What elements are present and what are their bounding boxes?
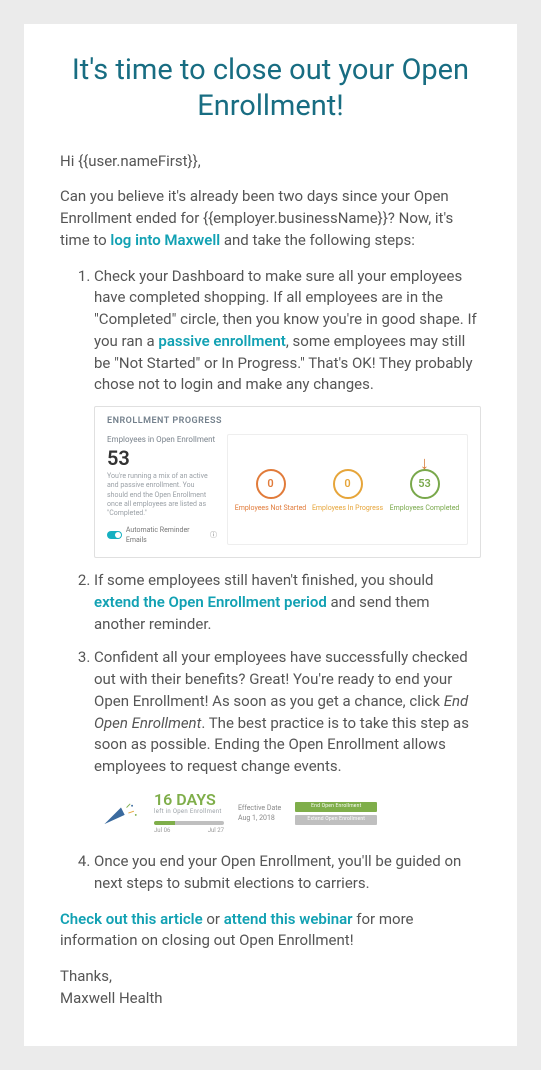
email-card: It's time to close out your Open Enrollm… xyxy=(24,24,517,1046)
steps-list: Check your Dashboard to make sure all yo… xyxy=(60,266,481,895)
employees-in-oe-label: Employees in Open Enrollment xyxy=(107,434,217,446)
days-count: 16 DAYS xyxy=(154,792,224,808)
enrollment-progress-card: ENROLLMENT PROGRESS Employees in Open En… xyxy=(94,406,481,558)
stat-circle: 0 xyxy=(256,469,286,499)
employees-total: 53 xyxy=(107,448,217,468)
step-2: If some employees still haven't finished… xyxy=(94,570,481,635)
stat-circle: 0 xyxy=(333,469,363,499)
signoff-thanks: Thanks, xyxy=(60,967,112,985)
toggle-label: Automatic Reminder Emails xyxy=(126,525,206,545)
article-link[interactable]: Check out this article xyxy=(60,910,203,928)
step-3: Confident all your employees have succes… xyxy=(94,647,481,839)
stat-not-started: 0 Employees Not Started xyxy=(232,469,308,513)
oe-timeline-card: 16 DAYS left in Open Enrollment Jul 06 J… xyxy=(94,788,481,839)
intro-paragraph: Can you believe it's already been two da… xyxy=(60,186,481,251)
extend-oe-button: Extend Open Enrollment xyxy=(295,815,377,825)
end-date: Jul 27 xyxy=(208,827,224,836)
step-4: Once you end your Open Enrollment, you'l… xyxy=(94,851,481,895)
effective-date-label: Effective Date xyxy=(238,804,281,813)
outro-mid: or xyxy=(203,910,224,928)
card-description: You're running a mix of an active and pa… xyxy=(107,472,217,519)
intro-text-2: and take the following steps: xyxy=(220,231,415,249)
signoff: Thanks, Maxwell Health xyxy=(60,966,481,1010)
login-link[interactable]: log into Maxwell xyxy=(110,231,220,249)
stat-in-progress: 0 Employees In Progress xyxy=(309,469,385,513)
end-oe-button: End Open Enrollment xyxy=(295,802,377,812)
effective-date-value: Aug 1, 2018 xyxy=(238,814,281,823)
stat-label: Employees Not Started xyxy=(232,503,308,513)
toggle-switch-icon xyxy=(107,531,122,539)
days-left: 16 DAYS left in Open Enrollment Jul 06 J… xyxy=(154,792,224,835)
step-3-text-1: Confident all your employees have succes… xyxy=(94,648,468,710)
party-horn-icon xyxy=(102,802,140,826)
stat-label: Employees Completed xyxy=(386,503,462,513)
greeting: Hi {{user.nameFirst}}, xyxy=(60,151,481,173)
signoff-name: Maxwell Health xyxy=(60,989,163,1007)
stat-label: Employees In Progress xyxy=(309,503,385,513)
step-1: Check your Dashboard to make sure all yo… xyxy=(94,266,481,559)
effective-date: Effective Date Aug 1, 2018 xyxy=(238,804,281,822)
card-title: ENROLLMENT PROGRESS xyxy=(107,415,468,428)
info-icon: ⓘ xyxy=(210,530,217,540)
webinar-link[interactable]: attend this webinar xyxy=(224,910,353,928)
passive-enrollment-link[interactable]: passive enrollment xyxy=(158,332,285,350)
step-2-text-1: If some employees still haven't finished… xyxy=(94,571,433,589)
days-sublabel: left in Open Enrollment xyxy=(154,808,224,817)
outro-paragraph: Check out this article or attend this we… xyxy=(60,909,481,953)
extend-oe-link[interactable]: extend the Open Enrollment period xyxy=(94,593,327,611)
stat-completed: ↓ 53 Employees Completed xyxy=(386,469,462,513)
reminder-toggle: Automatic Reminder Emails ⓘ xyxy=(107,525,217,545)
step-4-text: Once you end your Open Enrollment, you'l… xyxy=(94,851,481,895)
page-title: It's time to close out your Open Enrollm… xyxy=(60,52,481,125)
progress-bar xyxy=(154,821,224,825)
start-date: Jul 06 xyxy=(154,827,170,836)
oe-buttons: End Open Enrollment Extend Open Enrollme… xyxy=(295,802,377,825)
arrow-down-icon: ↓ xyxy=(420,455,429,473)
